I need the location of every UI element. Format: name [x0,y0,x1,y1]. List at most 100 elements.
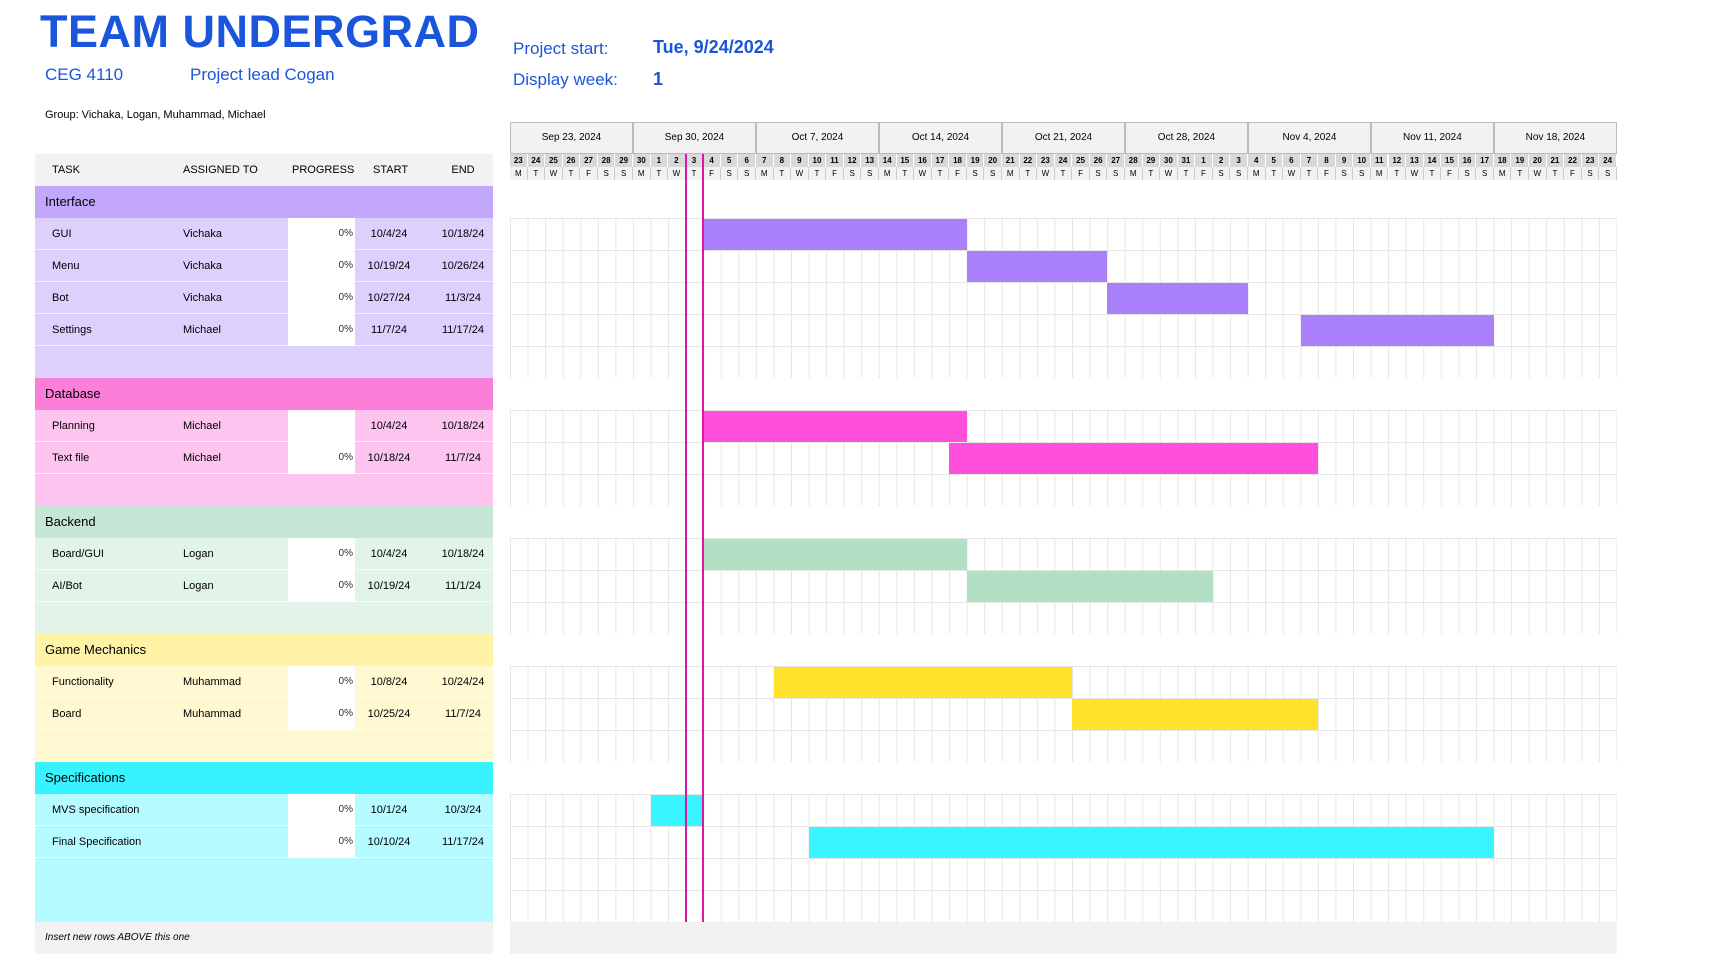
task-end[interactable]: 10/18/24 [440,548,486,560]
task-name[interactable]: GUI [52,228,72,240]
gantt-bar[interactable] [966,251,1108,282]
task-start[interactable]: 10/4/24 [359,228,419,240]
gantt-bar[interactable] [1072,699,1319,730]
table-row[interactable]: MVS specification 0% 10/1/24 10/3/24 [35,794,493,826]
task-start[interactable]: 10/19/24 [359,580,419,592]
display-week-value[interactable]: 1 [653,69,663,90]
task-assigned[interactable]: Vichaka [183,260,222,272]
task-name[interactable]: MVS specification [52,804,139,816]
progress-cell[interactable]: 0% [288,218,355,250]
gantt-bar[interactable] [650,795,704,826]
task-name[interactable]: Settings [52,324,92,336]
gantt-bar[interactable] [703,411,967,442]
task-assigned[interactable]: Muhammad [183,708,241,720]
progress-cell[interactable] [288,410,355,442]
task-assigned[interactable]: Logan [183,580,214,592]
gantt-bar[interactable] [1300,315,1494,346]
progress-cell[interactable]: 0% [288,538,355,570]
progress-cell[interactable]: 0% [288,314,355,346]
progress-cell[interactable]: 0% [288,250,355,282]
table-row[interactable]: Board/GUI Logan 0% 10/4/24 10/18/24 [35,538,493,570]
task-start[interactable]: 10/4/24 [359,548,419,560]
section-header[interactable]: Backend [35,506,493,538]
footer-note: Insert new rows ABOVE this one [45,932,190,943]
gantt-bar[interactable] [808,827,1494,858]
task-assigned[interactable]: Logan [183,548,214,560]
section-header[interactable]: Interface [35,186,493,218]
section-header[interactable]: Database [35,378,493,410]
task-name[interactable]: Planning [52,420,95,432]
section-blank-row[interactable] [35,346,493,378]
progress-cell[interactable]: 0% [288,570,355,602]
progress-cell[interactable]: 0% [288,826,355,858]
gantt-bar[interactable] [966,571,1213,602]
task-start[interactable]: 10/8/24 [359,676,419,688]
task-end[interactable]: 11/3/24 [440,292,486,304]
progress-cell[interactable]: 0% [288,698,355,730]
task-end[interactable]: 10/18/24 [440,228,486,240]
gantt-grid-row [510,602,1617,634]
gantt-bar[interactable] [773,667,1073,698]
task-name[interactable]: Bot [52,292,69,304]
gantt-bar[interactable] [949,443,1319,474]
section-blank-row[interactable] [35,858,493,922]
table-row[interactable]: Final Specification 0% 10/10/24 11/17/24 [35,826,493,858]
task-end[interactable]: 10/3/24 [440,804,486,816]
task-end[interactable]: 10/26/24 [440,260,486,272]
gantt-grid-row [510,346,1617,378]
table-row[interactable]: AI/Bot Logan 0% 10/19/24 11/1/24 [35,570,493,602]
table-row[interactable]: GUI Vichaka 0% 10/4/24 10/18/24 [35,218,493,250]
task-name[interactable]: Text file [52,452,89,464]
table-row[interactable]: Bot Vichaka 0% 10/27/24 11/3/24 [35,282,493,314]
day-number: 31 [1177,154,1196,167]
task-start[interactable]: 10/27/24 [359,292,419,304]
task-start[interactable]: 10/4/24 [359,420,419,432]
table-row[interactable]: Planning Michael 10/4/24 10/18/24 [35,410,493,442]
task-name[interactable]: Functionality [52,676,114,688]
task-start[interactable]: 10/19/24 [359,260,419,272]
task-end[interactable]: 11/1/24 [440,580,486,592]
task-end[interactable]: 10/18/24 [440,420,486,432]
task-start[interactable]: 10/1/24 [359,804,419,816]
gantt-bar[interactable] [703,539,967,570]
task-name[interactable]: Board/GUI [52,548,104,560]
task-assigned[interactable]: Michael [183,420,221,432]
task-assigned[interactable]: Vichaka [183,292,222,304]
task-start[interactable]: 11/7/24 [359,324,419,336]
task-start[interactable]: 10/25/24 [359,708,419,720]
task-name[interactable]: Final Specification [52,836,141,848]
task-name[interactable]: Board [52,708,81,720]
task-end[interactable]: 11/7/24 [440,708,486,720]
section-blank-row[interactable] [35,474,493,506]
task-end[interactable]: 11/7/24 [440,452,486,464]
progress-cell[interactable]: 0% [288,794,355,826]
day-letter: M [1247,167,1266,180]
task-end[interactable]: 11/17/24 [440,836,486,848]
table-row[interactable]: Functionality Muhammad 0% 10/8/24 10/24/24 [35,666,493,698]
task-name[interactable]: AI/Bot [52,580,82,592]
progress-cell[interactable]: 0% [288,666,355,698]
section-header[interactable]: Specifications [35,762,493,794]
task-end[interactable]: 11/17/24 [440,324,486,336]
task-assigned[interactable]: Michael [183,324,221,336]
section-header[interactable]: Game Mechanics [35,634,493,666]
gantt-bar[interactable] [1107,283,1248,314]
section-name: Database [45,386,101,401]
task-assigned[interactable]: Vichaka [183,228,222,240]
table-row[interactable]: Menu Vichaka 0% 10/19/24 10/26/24 [35,250,493,282]
task-assigned[interactable]: Muhammad [183,676,241,688]
progress-cell[interactable]: 0% [288,282,355,314]
task-start[interactable]: 10/10/24 [359,836,419,848]
section-blank-row[interactable] [35,602,493,634]
section-blank-row[interactable] [35,730,493,762]
table-row[interactable]: Settings Michael 0% 11/7/24 11/17/24 [35,314,493,346]
progress-cell[interactable]: 0% [288,442,355,474]
project-start-value[interactable]: Tue, 9/24/2024 [653,37,774,58]
task-name[interactable]: Menu [52,260,80,272]
table-row[interactable]: Text file Michael 0% 10/18/24 11/7/24 [35,442,493,474]
table-row[interactable]: Board Muhammad 0% 10/25/24 11/7/24 [35,698,493,730]
task-assigned[interactable]: Michael [183,452,221,464]
gantt-bar[interactable] [703,219,967,250]
task-start[interactable]: 10/18/24 [359,452,419,464]
task-end[interactable]: 10/24/24 [440,676,486,688]
